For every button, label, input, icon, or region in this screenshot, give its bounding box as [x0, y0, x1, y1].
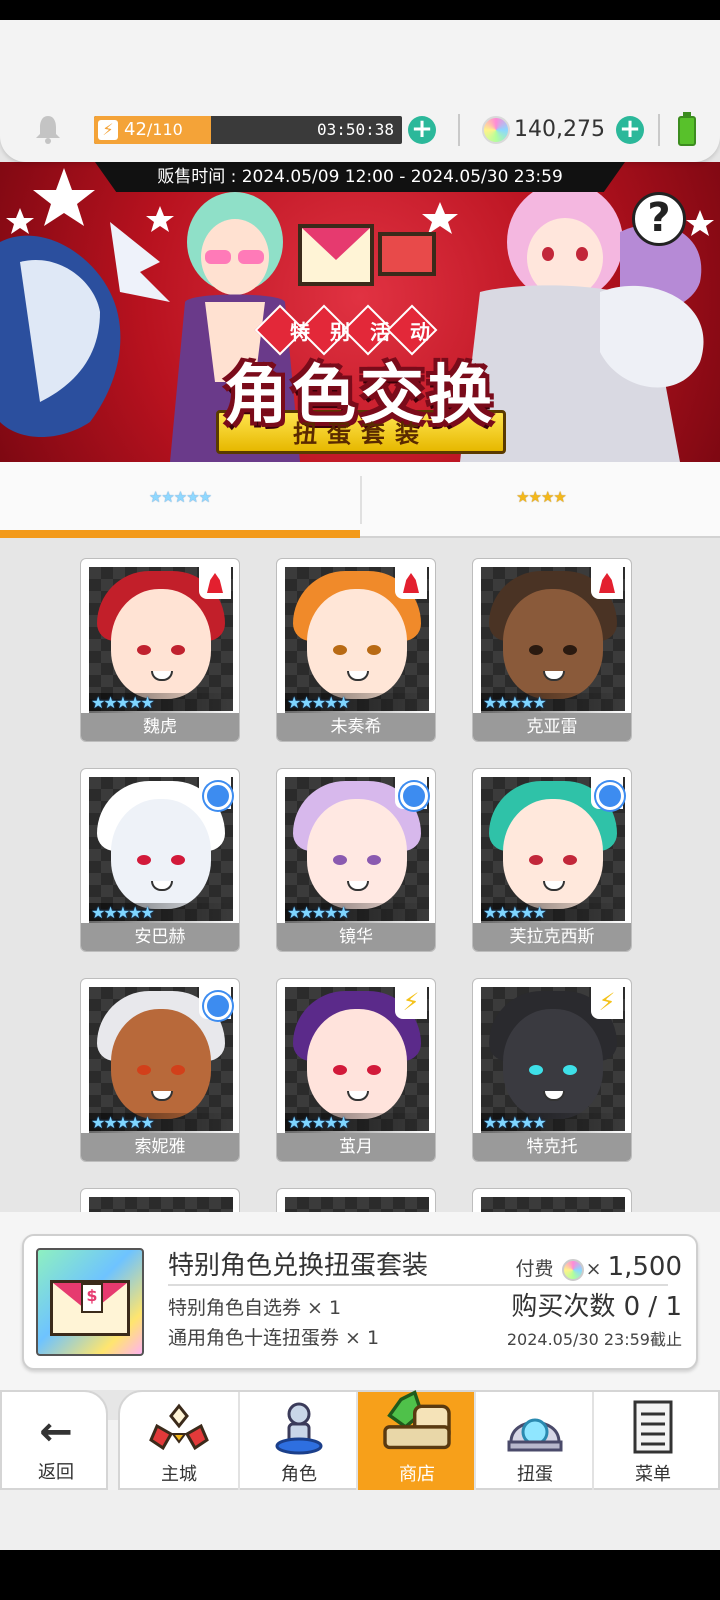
character-portrait: [481, 1197, 625, 1212]
character-name: 特克托: [473, 1133, 631, 1161]
element-fire-icon: [591, 567, 623, 599]
product-item: 特别角色自选券 × 1: [168, 1297, 342, 1319]
nav-tab-home[interactable]: 主城: [120, 1392, 238, 1490]
element-light-icon: [591, 987, 623, 1019]
character-card[interactable]: ★★★★★茧月: [276, 978, 436, 1162]
gem-icon: [561, 1258, 584, 1281]
sale-period-bar: 贩售时间 : 2024.05/09 12:00 - 2024.05/30 23:…: [0, 162, 720, 192]
character-name: 索妮雅: [81, 1133, 239, 1161]
character-card[interactable]: [80, 1188, 240, 1212]
purchase-count: 购买次数 0 / 1: [511, 1292, 682, 1322]
rarity-stars: ★★★★★: [89, 693, 233, 713]
add-gems-button[interactable]: +: [616, 116, 644, 144]
tab-five-star[interactable]: ★★★★★: [0, 462, 360, 538]
shop-icon: [383, 1390, 451, 1450]
gem-icon: [482, 116, 510, 144]
nav-tab-characters[interactable]: 角色: [238, 1392, 356, 1490]
stamina-value: 42/110: [124, 119, 183, 140]
rarity-stars: ★★★★★: [481, 693, 625, 713]
system-status-bar: [0, 0, 720, 20]
main-nav-tabs: 主城 角色 商店 扭蛋 菜单: [118, 1390, 720, 1490]
character-name: 魏虎: [81, 713, 239, 741]
active-tab-indicator: [0, 530, 360, 538]
stamina-bar: ⚡ 42/110 03:50:38: [94, 116, 402, 144]
character-card[interactable]: ★★★★★ 索妮雅: [80, 978, 240, 1162]
nav-tab-shop[interactable]: 商店: [356, 1390, 474, 1490]
element-fire-icon: [395, 567, 427, 599]
character-portrait: [285, 1197, 429, 1212]
system-navigation-bar: [0, 1550, 720, 1600]
character-card[interactable]: ★★★★★ 克亚雷: [472, 558, 632, 742]
add-stamina-button[interactable]: +: [408, 116, 436, 144]
rarity-stars: ★★★★★: [481, 1113, 625, 1133]
gacha-set-icon: [36, 1248, 144, 1356]
character-name: 克亚雷: [473, 713, 631, 741]
character-card[interactable]: ★★★★★ 未奏希: [276, 558, 436, 742]
gem-count: 140,275: [514, 117, 605, 142]
element-fire-icon: [199, 567, 231, 599]
divider: [458, 114, 460, 146]
element-water-icon: [591, 777, 624, 810]
price-amount: 1,500: [607, 1252, 682, 1282]
purchase-panel[interactable]: 特别角色兑换扭蛋套装 特别角色自选券 × 1 通用角色十连扭蛋券 × 1 付费 …: [22, 1234, 698, 1370]
character-card[interactable]: ★★★★★ 魏虎: [80, 558, 240, 742]
element-water-icon: [395, 777, 428, 810]
tab-four-star[interactable]: ★★★★: [362, 462, 720, 538]
character-name: 安巴赫: [81, 923, 239, 951]
rarity-stars: ★★★★★: [481, 903, 625, 923]
rarity-stars: ★★★★★: [285, 903, 429, 923]
back-button[interactable]: ← 返回: [0, 1390, 108, 1490]
character-grid: ★★★★★ 魏虎 ★★★★★ 未奏希 ★★★★★ 克亚雷 ★★★★★ 安巴赫 ★★★★★ 镜华 ★★…: [0, 540, 720, 1212]
rarity-stars: ★★★★★: [285, 1113, 429, 1133]
event-label: 特别活动: [290, 320, 450, 344]
character-card[interactable]: [472, 1188, 632, 1212]
character-name: 镜华: [277, 923, 435, 951]
price: 付费 × 1,500: [516, 1250, 682, 1284]
character-name: 未奏希: [277, 713, 435, 741]
character-name: 茧月: [277, 1133, 435, 1161]
deadline: 2024.05/30 23:59截止: [506, 1330, 682, 1349]
rarity-stars: ★★★★★: [89, 1113, 233, 1133]
character-card[interactable]: [276, 1188, 436, 1212]
rarity-tabs: ★★★★★ ★★★★: [0, 462, 720, 538]
character-card[interactable]: ★★★★★ 安巴赫: [80, 768, 240, 952]
nav-tab-menu[interactable]: 菜单: [592, 1392, 710, 1490]
element-water-icon: [199, 777, 232, 810]
battery-icon: [678, 112, 696, 146]
back-label: 返回: [38, 1462, 74, 1483]
event-subtitle: 扭蛋套装: [293, 420, 429, 448]
character-card[interactable]: ★★★★★ 镜华: [276, 768, 436, 952]
rarity-stars: ★★★★★: [89, 903, 233, 923]
divider: [168, 1284, 668, 1286]
character-card[interactable]: ★★★★★特克托: [472, 978, 632, 1162]
arrow-left-icon: ←: [39, 1409, 73, 1455]
character-icon: [275, 1402, 323, 1455]
product-title: 特别角色兑换扭蛋套装: [168, 1251, 429, 1281]
gacha-icon: [507, 1418, 563, 1452]
castle-icon: [149, 1403, 209, 1451]
rarity-stars: ★★★★★: [285, 693, 429, 713]
menu-list-icon: [633, 1400, 673, 1454]
price-multiplier: ×: [585, 1258, 602, 1280]
element-light-icon: [395, 987, 427, 1019]
divider: [658, 114, 660, 146]
stamina-icon: ⚡: [98, 120, 118, 140]
character-portrait: [89, 1197, 233, 1212]
nav-footer: [0, 1490, 720, 1550]
help-button[interactable]: ?: [632, 192, 686, 246]
product-item: 通用角色十连扭蛋券 × 1: [168, 1327, 380, 1349]
price-label: 付费: [515, 1258, 554, 1280]
element-water-icon: [199, 987, 232, 1020]
character-name: 芙拉克西斯: [473, 923, 631, 951]
character-card[interactable]: ★★★★★ 芙拉克西斯: [472, 768, 632, 952]
stamina-timer: 03:50:38: [316, 120, 394, 139]
bell-icon[interactable]: [34, 114, 62, 144]
nav-tab-gacha[interactable]: 扭蛋: [474, 1392, 592, 1490]
top-resource-bar: ⚡ 42/110 03:50:38 + 140,275 +: [0, 20, 720, 162]
